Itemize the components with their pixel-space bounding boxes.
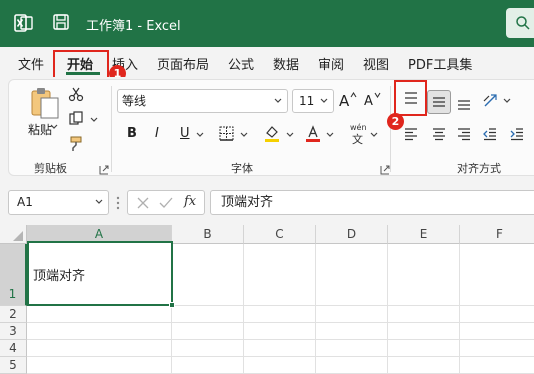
name-box[interactable]: A1 bbox=[8, 190, 109, 215]
excel-icon bbox=[14, 14, 33, 32]
chevron-down-icon[interactable] bbox=[95, 199, 103, 205]
search-box[interactable] bbox=[506, 8, 534, 38]
decrease-indent-icon[interactable] bbox=[482, 126, 498, 142]
tab-formulas[interactable]: 公式 bbox=[228, 54, 254, 73]
increase-font-size-button[interactable]: A bbox=[339, 92, 349, 110]
fill-handle[interactable] bbox=[169, 302, 175, 308]
increase-indent-icon[interactable] bbox=[509, 126, 525, 142]
cut-icon[interactable] bbox=[68, 86, 84, 102]
decrease-font-size-button[interactable]: A bbox=[364, 94, 373, 109]
title-bar: 工作簿1 - Excel bbox=[0, 0, 534, 47]
paste-label[interactable]: 粘贴 bbox=[28, 121, 52, 138]
font-dialog-launcher-icon[interactable] bbox=[380, 165, 390, 175]
align-right-icon[interactable] bbox=[456, 126, 472, 142]
document-title: 工作簿1 - Excel bbox=[86, 19, 181, 34]
cell-a1-value: 顶端对齐 bbox=[33, 269, 86, 284]
italic-button[interactable]: I bbox=[155, 126, 159, 141]
clipboard-dialog-launcher-icon[interactable] bbox=[99, 165, 109, 175]
insert-function-button[interactable]: fx bbox=[184, 194, 196, 209]
font-name-select[interactable]: 等线 bbox=[117, 89, 288, 113]
column-header-b[interactable]: B bbox=[172, 225, 244, 244]
middle-align-icon[interactable] bbox=[431, 94, 447, 110]
clipboard-group-label: 剪贴板 bbox=[34, 162, 67, 175]
paste-dropdown-icon[interactable] bbox=[50, 124, 58, 130]
select-all-triangle-icon bbox=[13, 231, 23, 241]
font-size-value: 11 bbox=[299, 94, 315, 108]
grid-line bbox=[387, 244, 388, 374]
more-options-icon[interactable] bbox=[116, 196, 120, 210]
bottom-align-icon[interactable] bbox=[456, 95, 472, 111]
formula-buttons: fx bbox=[127, 190, 205, 215]
row-header-5[interactable]: 5 bbox=[0, 357, 27, 374]
chevron-down-icon[interactable] bbox=[326, 132, 334, 138]
chevron-down-icon bbox=[320, 98, 328, 103]
step-badge-2: 2 bbox=[387, 113, 404, 130]
font-group-label: 字体 bbox=[231, 162, 253, 175]
grid-line bbox=[459, 244, 460, 374]
tab-data[interactable]: 数据 bbox=[273, 54, 299, 73]
borders-icon[interactable] bbox=[219, 126, 234, 141]
row-header-3[interactable]: 3 bbox=[0, 323, 27, 340]
select-all-corner[interactable] bbox=[0, 225, 27, 244]
paste-icon[interactable] bbox=[28, 86, 62, 120]
chevron-down-icon[interactable] bbox=[240, 132, 248, 138]
search-icon bbox=[516, 16, 530, 30]
enter-check-icon[interactable] bbox=[159, 197, 173, 209]
cancel-icon[interactable] bbox=[137, 197, 149, 209]
tab-page-layout[interactable]: 页面布局 bbox=[157, 54, 209, 73]
alignment-group-label: 对齐方式 bbox=[457, 162, 501, 175]
name-box-value: A1 bbox=[17, 195, 33, 209]
column-header-f[interactable]: F bbox=[460, 225, 534, 244]
active-cell-a1[interactable]: 顶端对齐 bbox=[27, 241, 173, 306]
chevron-down-icon[interactable] bbox=[503, 98, 511, 104]
chevron-down-icon bbox=[274, 98, 282, 103]
grid-line bbox=[27, 322, 534, 323]
copy-icon[interactable] bbox=[68, 111, 84, 127]
chevron-down-icon[interactable] bbox=[196, 132, 204, 138]
row-header-2[interactable]: 2 bbox=[0, 306, 27, 323]
grid-line bbox=[27, 356, 534, 357]
format-painter-icon[interactable] bbox=[68, 136, 84, 152]
fill-color-icon[interactable] bbox=[263, 124, 281, 142]
copy-dropdown-icon[interactable] bbox=[90, 117, 98, 123]
grid-line bbox=[315, 244, 316, 374]
tab-view[interactable]: 视图 bbox=[363, 54, 389, 73]
highlight-box-top-align bbox=[394, 80, 427, 116]
tab-review[interactable]: 审阅 bbox=[318, 54, 344, 73]
grid-line bbox=[27, 339, 534, 340]
chevron-down-icon[interactable] bbox=[370, 132, 378, 138]
column-header-c[interactable]: C bbox=[244, 225, 316, 244]
orientation-icon[interactable] bbox=[482, 92, 500, 110]
bold-button[interactable]: B bbox=[127, 126, 137, 141]
grid-line bbox=[243, 244, 244, 374]
caret-down-icon bbox=[374, 92, 381, 98]
group-separator bbox=[111, 86, 112, 172]
align-left-icon[interactable] bbox=[403, 126, 419, 142]
save-icon[interactable] bbox=[52, 13, 70, 31]
align-center-icon[interactable] bbox=[431, 126, 447, 142]
formula-input[interactable]: 顶端对齐 bbox=[210, 190, 534, 215]
column-header-e[interactable]: E bbox=[388, 225, 460, 244]
row-header-1[interactable]: 1 bbox=[0, 244, 27, 306]
phonetic-guide-bottom[interactable]: 文 bbox=[352, 131, 363, 147]
chevron-down-icon[interactable] bbox=[286, 132, 294, 138]
font-size-select[interactable]: 11 bbox=[292, 89, 334, 113]
font-color-icon[interactable] bbox=[304, 124, 322, 142]
tab-pdf-tools[interactable]: PDF工具集 bbox=[408, 54, 472, 73]
row-header-4[interactable]: 4 bbox=[0, 340, 27, 357]
column-header-d[interactable]: D bbox=[316, 225, 388, 244]
tab-file[interactable]: 文件 bbox=[18, 54, 44, 73]
caret-up-icon bbox=[350, 92, 357, 98]
underline-button[interactable]: U bbox=[180, 126, 190, 141]
font-name-value: 等线 bbox=[122, 94, 147, 108]
